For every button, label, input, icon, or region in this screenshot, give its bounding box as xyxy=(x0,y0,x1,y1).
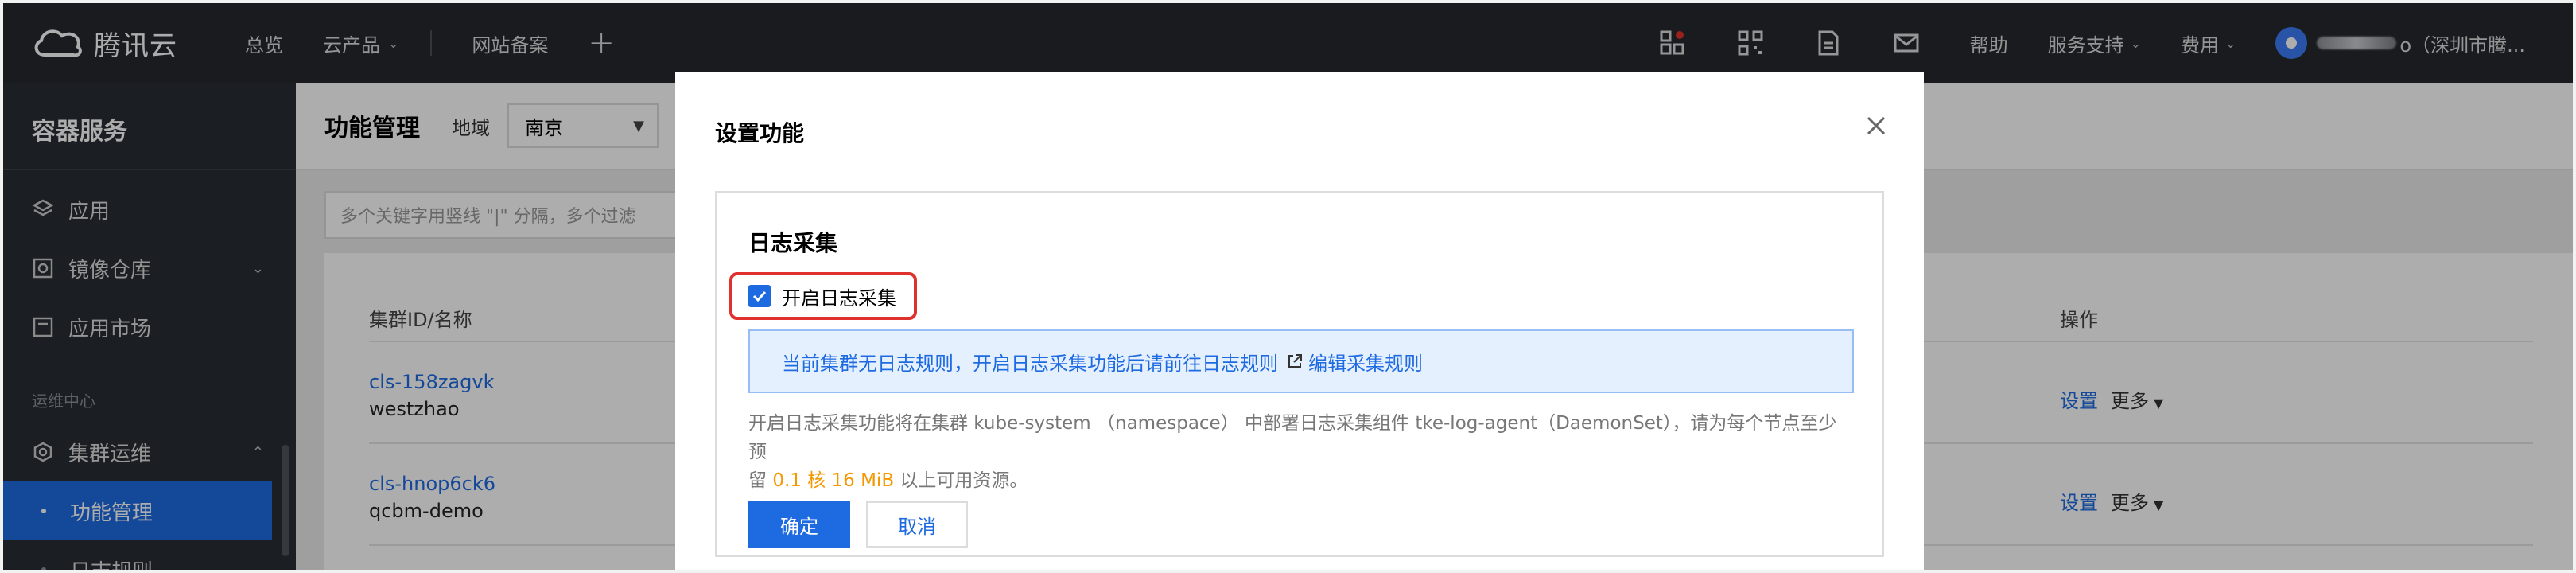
modal-title: 设置功能 xyxy=(715,120,805,146)
description-suffix: 以上可用资源。 xyxy=(894,470,1028,491)
resource-description: 开启日志采集功能将在集群 kube-system （namespace） 中部署… xyxy=(748,409,1854,495)
checkbox-checked-icon xyxy=(748,285,771,307)
description-prefix: 留 xyxy=(748,470,773,491)
cancel-button[interactable]: 取消 xyxy=(866,501,968,548)
section-title: 日志采集 xyxy=(748,230,838,256)
log-rules-link[interactable]: 日志规则 xyxy=(1202,348,1278,376)
info-text: 当前集群无日志规则，开启日志采集功能后请前往 xyxy=(782,352,1202,375)
confirm-button[interactable]: 确定 xyxy=(748,501,850,548)
close-icon[interactable] xyxy=(1863,113,1889,138)
description-line: 留 0.1 核 16 MiB 以上可用资源。 xyxy=(748,466,1854,495)
external-link-icon xyxy=(1288,354,1302,368)
edit-collection-rules-link[interactable]: 编辑采集规则 xyxy=(1308,348,1423,376)
description-line: 开启日志采集功能将在集群 kube-system （namespace） 中部署… xyxy=(748,413,1837,462)
info-banner: 当前集群无日志规则，开启日志采集功能后请前往 日志规则 编辑采集规则 xyxy=(748,329,1854,393)
resource-amount: 0.1 核 16 MiB xyxy=(772,470,895,491)
app-window: 腾讯云 总览 云产品 ⌄ 网站备案 + 帮助 服务支持 ⌄ 费用 ⌄ o（深圳市… xyxy=(3,3,2573,570)
checkbox-label: 开启日志采集 xyxy=(782,286,896,310)
log-collection-panel: 日志采集 开启日志采集 当前集群无日志规则，开启日志采集功能后请前往 日志规则 … xyxy=(715,191,1884,557)
settings-modal: 设置功能 日志采集 开启日志采集 当前集群无日志规则，开启日志采集功能后请前往 … xyxy=(675,72,1924,570)
enable-log-collection-checkbox[interactable]: 开启日志采集 xyxy=(729,272,917,320)
